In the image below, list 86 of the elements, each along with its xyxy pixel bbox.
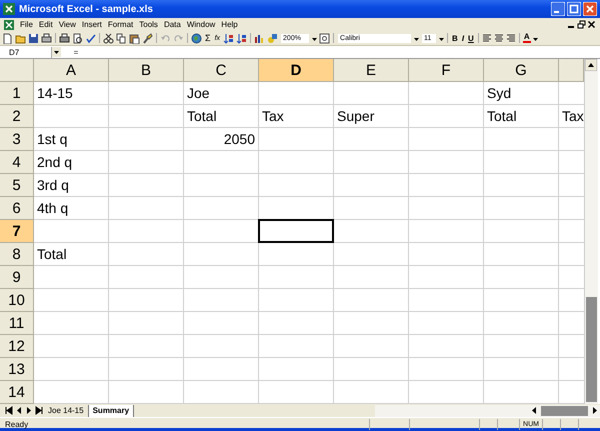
save-icon[interactable]	[28, 32, 39, 44]
formula-equals: =	[72, 48, 80, 56]
vertical-scrollbar[interactable]	[584, 59, 598, 404]
table-cell-text: Tax	[261, 107, 285, 126]
menu-item[interactable]: Data	[164, 20, 181, 29]
brush-icon[interactable]	[142, 32, 153, 44]
column-header[interactable]: A	[34, 59, 109, 82]
menu-item[interactable]: Window	[186, 20, 216, 29]
table-cell-text: Total	[486, 107, 518, 126]
menu-item[interactable]: Help	[221, 20, 238, 29]
menu-item[interactable]: Format	[108, 20, 134, 29]
excel-icon[interactable]	[4, 20, 14, 30]
scroll-thumb[interactable]	[541, 406, 588, 416]
table-cell-text: Syd	[486, 84, 512, 103]
maximize-icon[interactable]	[567, 2, 581, 16]
scroll-up-icon[interactable]	[585, 59, 597, 71]
column-header[interactable]: F	[409, 59, 484, 82]
column-header[interactable]: G	[484, 59, 559, 82]
printer-icon[interactable]	[59, 32, 70, 44]
table-cell-text: Super	[336, 107, 376, 126]
row-header[interactable]: 12	[0, 335, 34, 358]
active-cell[interactable]	[258, 219, 334, 243]
row-header[interactable]: 8	[0, 243, 34, 266]
bold-button[interactable]: B	[451, 34, 459, 42]
row-header[interactable]: 3	[0, 128, 34, 151]
drawing-icon[interactable]	[267, 32, 278, 44]
table-cell-text: Total	[36, 245, 68, 264]
row-header[interactable]: 1	[0, 82, 34, 105]
font-color-button[interactable]: A	[522, 33, 531, 43]
printer-icon[interactable]	[41, 32, 52, 44]
new-document-icon[interactable]	[2, 32, 13, 44]
chart-icon[interactable]	[254, 32, 266, 44]
globe-icon[interactable]	[191, 32, 202, 44]
horizontal-scrollbar[interactable]	[375, 404, 600, 416]
row-header[interactable]: 2	[0, 105, 34, 128]
folder-icon[interactable]	[15, 32, 26, 44]
column-header[interactable]: C	[184, 59, 259, 82]
table-cell-text: 2050	[222, 130, 256, 149]
menu-item[interactable]: Tools	[139, 20, 158, 29]
menu-item[interactable]: File	[20, 20, 33, 29]
sheet-tab[interactable]: Summary	[88, 404, 134, 416]
table-cell-text: 3rd q	[36, 176, 70, 195]
copy-icon[interactable]	[116, 32, 127, 44]
row-header[interactable]: 6	[0, 197, 34, 220]
menu-item[interactable]: Insert	[82, 20, 102, 29]
align-center-icon[interactable]	[494, 33, 504, 43]
excel-icon[interactable]	[3, 3, 15, 15]
tab-last-icon[interactable]	[34, 405, 44, 416]
help-icon[interactable]	[319, 32, 330, 44]
row-header[interactable]: 5	[0, 174, 34, 197]
scissors-icon[interactable]	[103, 32, 114, 44]
scroll-thumb[interactable]	[586, 297, 597, 402]
menu-item[interactable]: Edit	[38, 20, 53, 29]
print-preview-icon[interactable]	[72, 32, 83, 44]
row-header[interactable]: 13	[0, 358, 34, 381]
column-header[interactable]: D	[259, 59, 334, 82]
row-header[interactable]: 14	[0, 381, 34, 404]
table-cell-text: 14-15	[36, 84, 74, 103]
row-header[interactable]: 7	[0, 220, 34, 243]
column-header[interactable]: B	[109, 59, 184, 82]
table-cell-text: Total	[186, 107, 218, 126]
column-header[interactable]: E	[334, 59, 409, 82]
row-header[interactable]: 9	[0, 266, 34, 289]
menu-item[interactable]: View	[58, 20, 76, 29]
sum-button[interactable]: Σ	[204, 33, 212, 43]
sort-ascending-icon[interactable]	[223, 32, 234, 44]
tab-first-icon[interactable]	[4, 405, 14, 416]
table-cell-text: Tax	[561, 107, 583, 126]
table-cell-text: 2nd q	[36, 153, 74, 172]
row-header[interactable]: 11	[0, 312, 34, 335]
close-icon[interactable]	[587, 20, 596, 29]
table-cell-text: 1st q	[36, 130, 68, 149]
row-header[interactable]: 10	[0, 289, 34, 312]
window-title: Microsoft Excel - sample.xls	[19, 4, 154, 14]
status-text: Ready	[5, 420, 30, 428]
restore-icon[interactable]	[577, 20, 586, 29]
underline-button[interactable]: U	[467, 34, 475, 42]
clipboard-icon[interactable]	[129, 32, 140, 44]
italic-button[interactable]: I	[460, 34, 466, 42]
sort-descending-icon[interactable]	[236, 32, 248, 44]
row-header[interactable]: 4	[0, 151, 34, 174]
align-left-icon[interactable]	[482, 33, 492, 43]
table-cell-text: 4th q	[36, 199, 70, 218]
spelling-icon[interactable]	[85, 32, 96, 44]
table-cell-text: Joe	[186, 84, 211, 103]
align-right-icon[interactable]	[506, 33, 516, 43]
